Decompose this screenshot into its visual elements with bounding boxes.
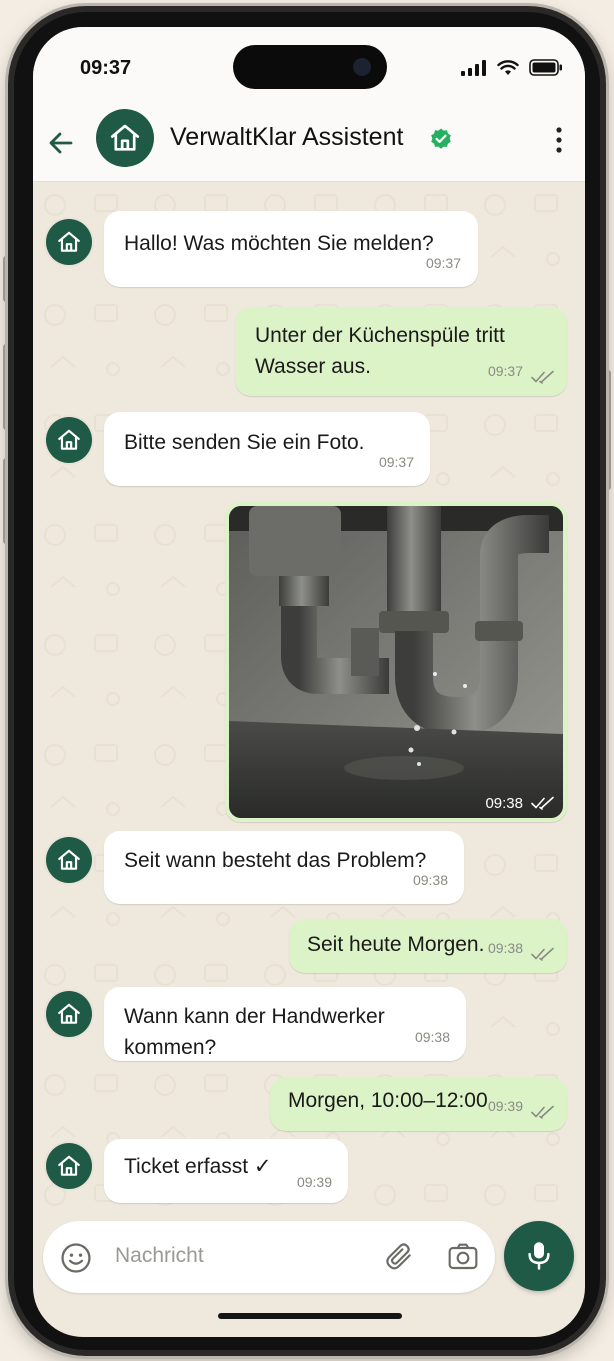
emoji-icon[interactable] (59, 1241, 93, 1275)
microphone-icon (528, 1242, 550, 1270)
bot-avatar (46, 417, 92, 463)
paperclip-icon[interactable] (383, 1239, 415, 1273)
home-icon (58, 1003, 80, 1024)
message-incoming: Bitte senden Sie ein Foto. 09:37 (104, 412, 430, 486)
message-time: 09:38 (412, 872, 448, 888)
message-time: 09:38 (487, 940, 523, 956)
bot-avatar (46, 991, 92, 1037)
message-text: Seit heute Morgen. (307, 933, 485, 956)
message-time: 09:37 (378, 454, 414, 470)
home-icon (58, 1155, 80, 1176)
home-icon (110, 124, 140, 151)
message-outgoing: Unter der Küchenspüle tritt Wasser aus. … (235, 307, 567, 396)
message-outgoing: Seit heute Morgen. 09:38 (289, 919, 567, 973)
bot-avatar (46, 1143, 92, 1189)
microphone-button[interactable] (504, 1221, 574, 1291)
message-time: 09:39 (296, 1174, 332, 1190)
read-receipt-icon (531, 1105, 554, 1119)
leaking-pipe-photo[interactable] (229, 506, 563, 818)
status-bar: 09:37 (33, 27, 585, 109)
home-icon (58, 231, 80, 252)
read-receipt-icon (531, 370, 554, 384)
signal-icon (461, 59, 486, 76)
message-text: Morgen, 10:00–12:00 (288, 1089, 488, 1112)
message-text: Ticket erfasst ✓ (124, 1155, 272, 1178)
bot-avatar (46, 837, 92, 883)
message-outgoing: Morgen, 10:00–12:00 09:39 (270, 1077, 567, 1131)
chat-screen: 09:37 VerwaltKlar Assistent Hallo! Was m… (33, 27, 585, 1337)
bot-avatar (46, 219, 92, 265)
message-text: Bitte senden Sie ein Foto. (124, 431, 365, 454)
home-indicator (218, 1313, 402, 1319)
message-text: Hallo! Was möchten Sie melden? (124, 232, 434, 255)
message-composer: Nachricht (43, 1221, 495, 1293)
more-options-icon[interactable] (553, 125, 565, 155)
message-input[interactable]: Nachricht (115, 1244, 204, 1268)
contact-avatar[interactable] (96, 109, 154, 167)
message-outgoing-photo[interactable]: 09:38 (225, 502, 567, 822)
status-time: 09:37 (80, 57, 132, 79)
wifi-icon (497, 59, 519, 75)
message-incoming: Hallo! Was möchten Sie melden? 09:37 (104, 211, 478, 287)
dynamic-island (233, 45, 387, 89)
message-time: 09:38 (485, 795, 523, 812)
verified-check-icon (431, 128, 451, 149)
message-incoming: Seit wann besteht das Problem? 09:38 (104, 831, 464, 904)
message-time: 09:37 (425, 255, 461, 271)
camera-icon[interactable] (447, 1241, 479, 1271)
message-text: Unter der Küchenspüle tritt Wasser aus. (255, 324, 505, 378)
home-icon (58, 849, 80, 870)
chat-header: VerwaltKlar Assistent (33, 109, 585, 182)
back-arrow-icon[interactable] (43, 125, 79, 161)
battery-icon (529, 59, 562, 76)
message-time: 09:38 (414, 1029, 450, 1045)
message-time: 09:37 (487, 363, 523, 379)
contact-name[interactable]: VerwaltKlar Assistent (170, 123, 403, 152)
message-incoming: Wann kann der Handwerker kommen? 09:38 (104, 987, 466, 1061)
read-receipt-icon (531, 796, 554, 810)
home-icon (58, 429, 80, 450)
message-list[interactable]: Hallo! Was möchten Sie melden? 09:37 Unt… (33, 181, 585, 1221)
message-incoming: Ticket erfasst ✓ 09:39 (104, 1139, 348, 1203)
message-text: Seit wann besteht das Problem? (124, 849, 427, 872)
message-time: 09:39 (487, 1098, 523, 1114)
read-receipt-icon (531, 947, 554, 961)
